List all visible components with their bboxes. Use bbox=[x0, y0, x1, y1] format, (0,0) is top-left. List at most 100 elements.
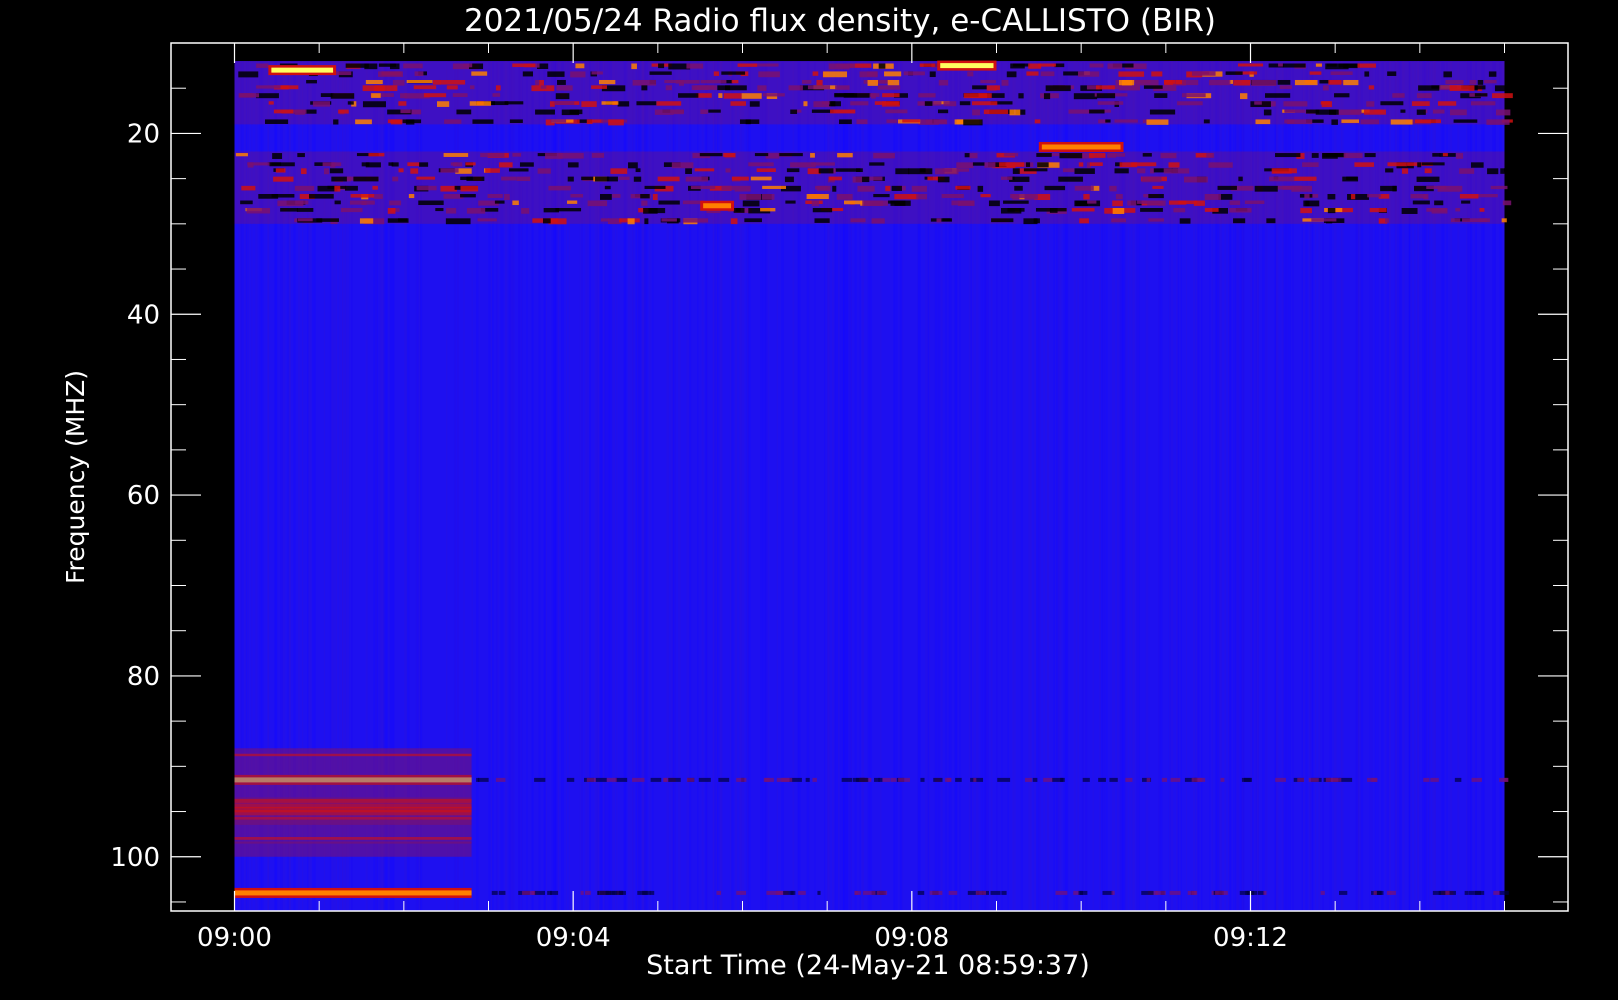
rfi-speck bbox=[1037, 162, 1049, 168]
rfi-speck bbox=[389, 63, 400, 70]
rfi-speck bbox=[567, 162, 579, 168]
rfi-speck bbox=[1206, 153, 1215, 158]
rfi-speck bbox=[1089, 162, 1103, 166]
band-continuation bbox=[1432, 890, 1446, 895]
rfi-speck bbox=[700, 109, 708, 114]
rfi-speck bbox=[1135, 79, 1159, 86]
rfi-speck bbox=[1293, 176, 1317, 181]
rfi-speck bbox=[1412, 200, 1430, 205]
rfi-speck bbox=[1089, 63, 1104, 68]
rfi-speck bbox=[1305, 200, 1310, 207]
rfi-speck bbox=[601, 101, 619, 105]
rfi-speck bbox=[735, 208, 741, 212]
rfi-speck bbox=[272, 153, 283, 159]
rfi-speck bbox=[1001, 79, 1009, 86]
band-continuation bbox=[606, 777, 614, 782]
rfi-speck bbox=[306, 79, 317, 84]
rfi-speck bbox=[1040, 71, 1055, 77]
rfi-speck bbox=[275, 168, 286, 173]
rfi-speck bbox=[548, 185, 571, 191]
rfi-speck bbox=[1114, 119, 1138, 123]
band-continuation bbox=[1454, 777, 1462, 782]
rfi-speck bbox=[1343, 79, 1359, 86]
rfi-speck bbox=[816, 79, 823, 86]
rfi-speck bbox=[334, 71, 352, 76]
rfi-speck bbox=[323, 168, 329, 175]
rfi-speck bbox=[1151, 71, 1163, 77]
band-continuation bbox=[619, 890, 624, 895]
rfi-speck bbox=[1459, 168, 1475, 174]
rfi-speck bbox=[1208, 79, 1231, 86]
band-continuation bbox=[534, 890, 546, 895]
rfi-speck bbox=[1009, 109, 1021, 116]
rfi-speck bbox=[591, 71, 603, 75]
rfi-speck bbox=[587, 200, 608, 207]
rfi-speck bbox=[485, 168, 500, 173]
rfi-speck bbox=[1140, 208, 1163, 212]
rfi-speck bbox=[1177, 101, 1203, 106]
rfi-speck bbox=[790, 162, 816, 168]
rfi-speck bbox=[309, 194, 334, 199]
rfi-speck bbox=[1026, 71, 1039, 76]
rfi-speck bbox=[1096, 93, 1116, 99]
rfi-speck bbox=[1175, 79, 1182, 85]
rfi-speck bbox=[591, 85, 607, 89]
rfi-speck bbox=[1068, 109, 1090, 114]
band-continuation bbox=[973, 777, 977, 782]
interference-line bbox=[234, 836, 472, 840]
rfi-speck bbox=[969, 153, 978, 159]
rfi-speck bbox=[1401, 208, 1418, 214]
band-continuation bbox=[1098, 777, 1106, 782]
rfi-speck bbox=[886, 119, 898, 123]
rfi-speck bbox=[472, 119, 494, 124]
rfi-speck bbox=[418, 200, 444, 206]
band-continuation bbox=[1320, 890, 1325, 895]
rfi-speck bbox=[618, 176, 630, 180]
rfi-speck bbox=[1073, 93, 1098, 100]
rfi-speck bbox=[749, 101, 760, 107]
rfi-speck bbox=[586, 119, 593, 124]
rfi-speck bbox=[995, 85, 1000, 91]
band-continuation bbox=[1082, 777, 1090, 782]
rfi-speck bbox=[1238, 176, 1243, 182]
rfi-speck bbox=[555, 93, 570, 100]
band-continuation bbox=[990, 890, 1001, 895]
band-continuation bbox=[632, 777, 645, 782]
rfi-speck bbox=[554, 101, 575, 105]
rfi-speck bbox=[1141, 176, 1162, 183]
rfi-speck bbox=[1279, 85, 1292, 89]
rfi-speck bbox=[877, 85, 901, 90]
rfi-speck bbox=[556, 85, 573, 91]
band-continuation bbox=[1471, 777, 1482, 782]
rfi-speck bbox=[649, 71, 672, 75]
rfi-speck bbox=[739, 194, 762, 200]
rfi-speck bbox=[894, 200, 906, 206]
rfi-speck bbox=[1300, 208, 1312, 214]
rfi-speck bbox=[1401, 168, 1409, 174]
rfi-speck bbox=[1204, 208, 1219, 212]
rfi-speck bbox=[599, 194, 612, 200]
rfi-speck bbox=[999, 162, 1025, 167]
rfi-speck bbox=[1434, 200, 1444, 206]
rfi-speck bbox=[1035, 208, 1052, 212]
rfi-speck bbox=[790, 109, 798, 114]
rfi-speck bbox=[545, 153, 563, 159]
rfi-speck bbox=[891, 185, 902, 191]
rfi-speck bbox=[1380, 101, 1404, 106]
rfi-speck bbox=[516, 176, 531, 182]
rfi-speck bbox=[741, 93, 762, 99]
rfi-speck bbox=[856, 168, 863, 173]
rfi-speck bbox=[678, 93, 699, 98]
rfi-speck bbox=[882, 93, 900, 98]
rfi-speck bbox=[815, 185, 828, 190]
band-continuation bbox=[863, 890, 876, 895]
rfi-speck bbox=[269, 162, 295, 167]
band-continuation bbox=[1373, 890, 1377, 895]
rfi-speck bbox=[569, 109, 583, 115]
rfi-speck bbox=[1461, 200, 1471, 204]
rfi-speck bbox=[1432, 109, 1445, 114]
rfi-speck bbox=[419, 162, 429, 167]
rfi-speck bbox=[1054, 63, 1065, 68]
rfi-speck bbox=[986, 85, 997, 91]
rfi-speck bbox=[413, 85, 437, 90]
